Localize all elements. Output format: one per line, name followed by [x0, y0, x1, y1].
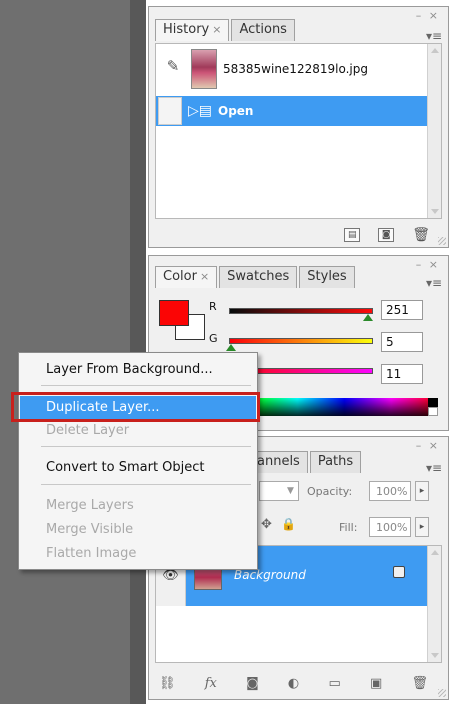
tab-styles[interactable]: Styles: [299, 266, 355, 288]
lock-all-icon[interactable]: 🔒: [281, 517, 296, 531]
trash-icon[interactable]: 🗑: [412, 227, 430, 243]
tab-history-label: History: [163, 22, 210, 37]
history-tabs: History × Actions: [155, 19, 297, 41]
menu-item-layer-from-background[interactable]: Layer From Background...: [20, 358, 256, 382]
spectrum-black-swatch[interactable]: [428, 398, 438, 407]
menu-item-flatten-image[interactable]: Flatten Image: [20, 542, 256, 566]
foreground-color-swatch[interactable]: [159, 300, 189, 326]
tab-actions-label: Actions: [239, 22, 287, 37]
adjustment-icon[interactable]: ◐: [288, 676, 299, 691]
menu-item-delete-layer[interactable]: Delete Layer: [20, 419, 256, 443]
layers-window-controls[interactable]: – ×: [416, 439, 440, 452]
opacity-arrow-button[interactable]: ▸: [415, 481, 429, 501]
layers-scrollbar[interactable]: [427, 546, 441, 662]
opacity-field[interactable]: 100%: [369, 481, 411, 501]
history-state-open[interactable]: ▷▤ Open: [156, 96, 427, 126]
history-state-label: Open: [218, 104, 254, 118]
layer-name[interactable]: Background: [234, 568, 306, 582]
tab-paths[interactable]: Paths: [309, 451, 362, 473]
red-channel-label: R: [209, 300, 217, 313]
tab-paths-label: Paths: [317, 454, 354, 469]
color-tabs: Color × Swatches Styles: [155, 266, 357, 288]
green-slider-thumb[interactable]: [226, 344, 236, 351]
history-brush-icon[interactable]: ✎: [161, 57, 185, 81]
close-icon[interactable]: ×: [200, 270, 209, 283]
chevron-down-icon[interactable]: ▼: [287, 486, 294, 496]
red-slider-thumb[interactable]: [363, 314, 373, 321]
history-bottom-bar: ▤ ◙ 🗑: [149, 223, 448, 247]
panel-menu-icon[interactable]: ▾≡: [426, 29, 442, 43]
resize-grip[interactable]: [438, 237, 446, 245]
fill-arrow-button[interactable]: ▸: [415, 517, 429, 537]
spectrum-white-swatch[interactable]: [428, 407, 438, 416]
mask-icon[interactable]: ◙: [246, 676, 259, 691]
green-slider[interactable]: [229, 338, 373, 344]
tab-swatches-label: Swatches: [227, 269, 290, 284]
fill-field[interactable]: 100%: [369, 517, 411, 537]
history-panel: – × History × Actions ▾≡ ✎ 58385wine12281…: [148, 6, 449, 248]
tab-channels-label: annels: [257, 454, 300, 469]
close-icon[interactable]: ×: [212, 23, 221, 36]
menu-item-convert-to-smart-object[interactable]: Convert to Smart Object: [20, 456, 256, 480]
resize-grip[interactable]: [438, 689, 446, 697]
menu-separator: [41, 446, 251, 447]
link-icon[interactable]: ⛓: [159, 676, 176, 691]
red-value-field[interactable]: 251: [381, 300, 423, 320]
new-snapshot-icon[interactable]: ◙: [378, 228, 395, 242]
trash-icon[interactable]: 🗑: [411, 676, 428, 691]
document-state-icon: ▷▤: [188, 103, 212, 119]
new-document-from-state-icon[interactable]: ▤: [344, 228, 361, 242]
snapshot-thumbnail: [191, 49, 217, 89]
history-source-checkbox[interactable]: [158, 97, 182, 125]
blue-value-field[interactable]: 11: [381, 364, 423, 384]
layers-bottom-bar: ⛓ fx ◙ ◐ ▭ ▣ 🗑: [159, 673, 428, 693]
layer-lock-icon: [393, 566, 405, 578]
scroll-up-icon[interactable]: [431, 550, 439, 555]
tab-color-label: Color: [163, 269, 197, 284]
scroll-down-icon[interactable]: [431, 653, 439, 658]
scroll-down-icon[interactable]: [431, 209, 439, 214]
menu-separator: [41, 385, 251, 386]
panel-menu-icon[interactable]: ▾≡: [426, 276, 442, 290]
highlight-annotation-box: [11, 392, 260, 422]
history-window-controls[interactable]: – ×: [416, 9, 440, 22]
tab-swatches[interactable]: Swatches: [219, 266, 298, 288]
tab-styles-label: Styles: [307, 269, 347, 284]
scroll-up-icon[interactable]: [431, 48, 439, 53]
color-window-controls[interactable]: – ×: [416, 258, 440, 271]
fill-label: Fill:: [339, 521, 358, 534]
green-value-field[interactable]: 5: [381, 332, 423, 352]
new-layer-icon[interactable]: ▣: [370, 676, 382, 691]
snapshot-name: 58385wine122819lo.jpg: [223, 62, 368, 76]
tab-actions[interactable]: Actions: [231, 19, 295, 41]
snapshot-row[interactable]: ✎ 58385wine122819lo.jpg: [156, 44, 427, 94]
tab-color[interactable]: Color ×: [155, 266, 218, 288]
green-channel-label: G: [209, 332, 218, 345]
lock-position-icon[interactable]: ✥: [261, 517, 272, 532]
menu-separator: [41, 484, 251, 485]
panel-menu-icon[interactable]: ▾≡: [426, 461, 442, 475]
red-slider[interactable]: [229, 308, 373, 314]
menu-item-merge-visible[interactable]: Merge Visible: [20, 518, 256, 542]
history-list: ✎ 58385wine122819lo.jpg ▷▤ Open: [155, 43, 442, 219]
tab-history[interactable]: History ×: [155, 19, 230, 41]
opacity-label: Opacity:: [307, 485, 353, 498]
menu-item-merge-layers[interactable]: Merge Layers: [20, 494, 256, 518]
fx-icon[interactable]: fx: [205, 676, 217, 691]
group-icon[interactable]: ▭: [328, 676, 340, 691]
layer-context-menu: Layer From Background... Duplicate Layer…: [18, 352, 258, 570]
history-scrollbar[interactable]: [427, 44, 441, 218]
layers-tabs: annels Paths: [249, 451, 363, 473]
